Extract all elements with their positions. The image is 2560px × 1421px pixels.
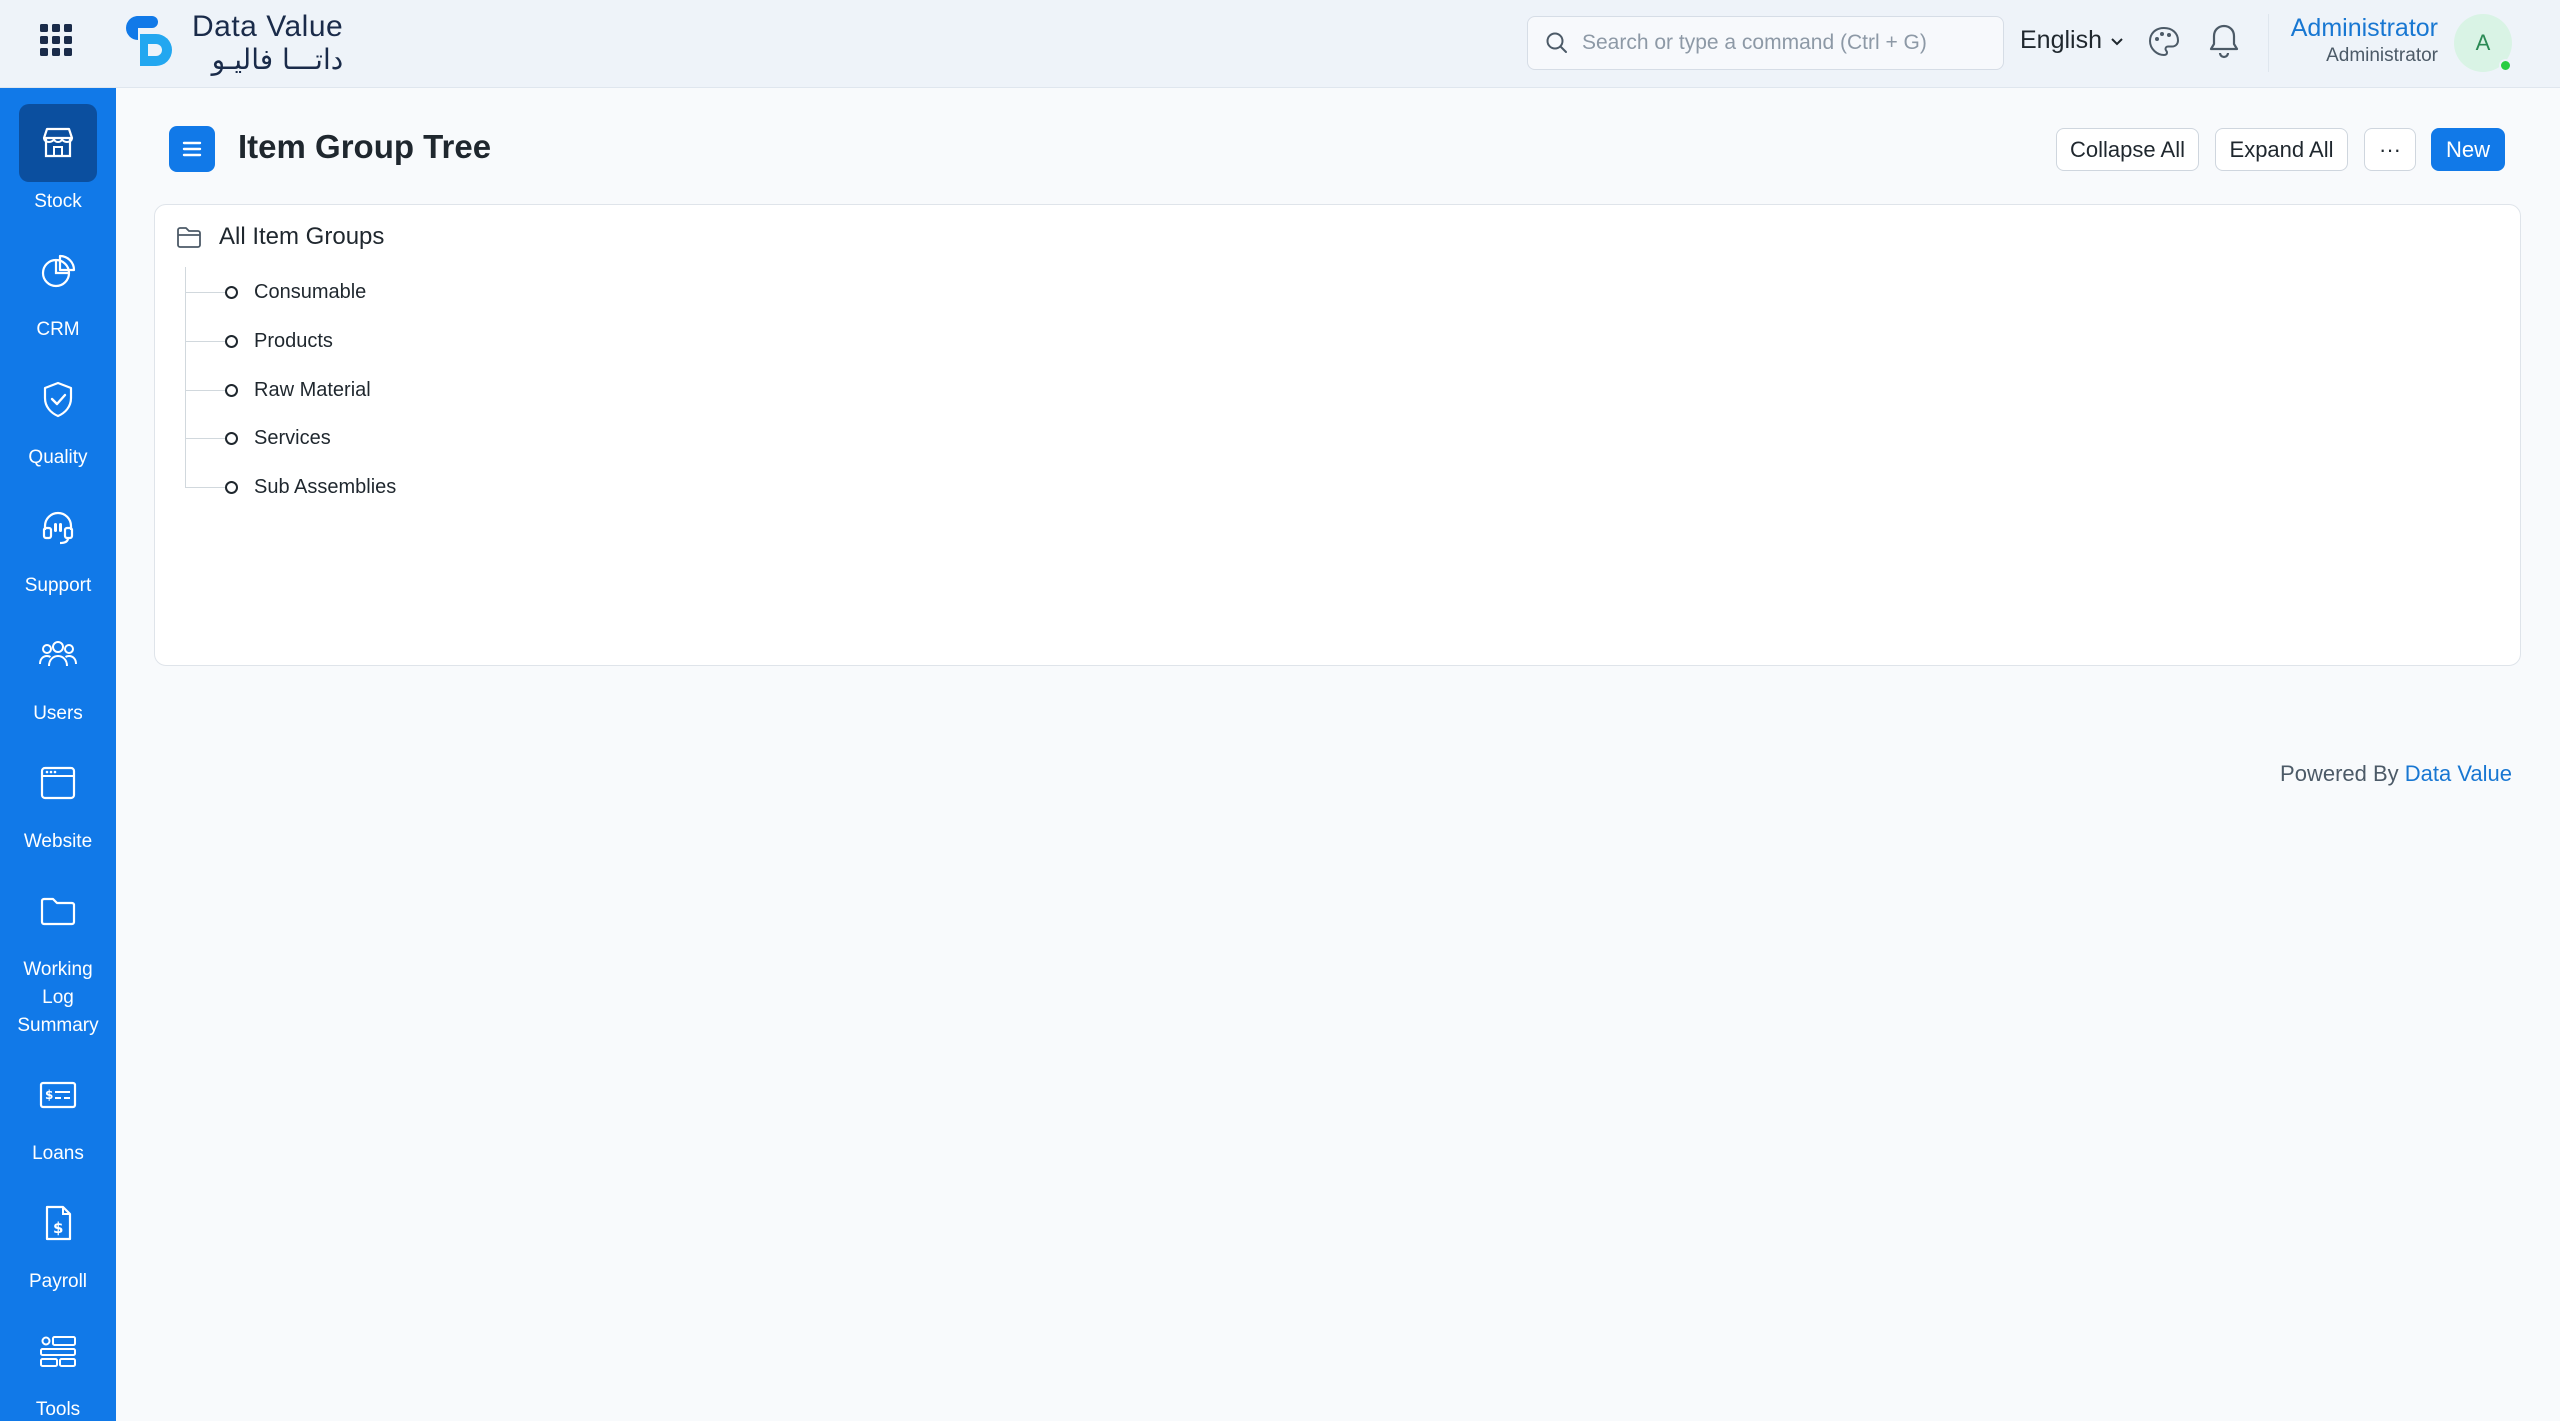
- chevron-down-icon: [2111, 37, 2123, 45]
- brand-name-en: Data Value: [192, 10, 344, 43]
- online-status-dot: [2499, 59, 2512, 72]
- headset-icon: [42, 511, 74, 545]
- svg-text:$: $: [53, 1219, 63, 1237]
- tree-root-node[interactable]: All Item Groups: [175, 223, 384, 251]
- users-icon: [39, 641, 77, 667]
- svg-text:$: $: [45, 1088, 53, 1102]
- shield-check-icon: [43, 381, 73, 418]
- search-input[interactable]: [1582, 31, 2002, 55]
- tree-branch-line: [185, 389, 225, 391]
- folder-open-icon: [177, 227, 201, 248]
- navbar-divider: [2268, 14, 2269, 72]
- tree-node-label: Sub Assemblies: [254, 475, 397, 498]
- money-card-icon: $: [39, 1081, 77, 1109]
- node-circle-icon: [225, 285, 238, 299]
- brand-name-ar: داتـــا فاليـو: [211, 43, 344, 76]
- language-label: English: [2020, 26, 2102, 54]
- expand-all-button[interactable]: Expand All: [2215, 128, 2348, 171]
- new-button[interactable]: New: [2431, 128, 2505, 171]
- user-role: Administrator: [2326, 45, 2438, 66]
- user-menu[interactable]: Administrator Administrator: [2291, 14, 2438, 67]
- sidebar-item-quality[interactable]: Quality: [0, 360, 116, 472]
- apps-grid-icon[interactable]: [38, 22, 74, 58]
- sidebar: Stock CRM Quality Support Users Website …: [0, 88, 116, 1421]
- avatar-initial: A: [2475, 30, 2491, 55]
- browser-icon: [40, 766, 76, 800]
- node-circle-icon: [225, 431, 238, 445]
- tree-node[interactable]: Services: [185, 423, 331, 453]
- tree-branch-line: [185, 291, 225, 293]
- search-icon: [1546, 32, 1567, 53]
- brand-logo[interactable]: Data Value داتـــا فاليـو: [118, 8, 343, 78]
- tree-node[interactable]: Raw Material: [185, 375, 371, 405]
- more-actions-button[interactable]: ···: [2364, 128, 2416, 171]
- sidebar-item-label: Tools: [35, 1399, 81, 1420]
- logo-mark-icon: [126, 16, 172, 66]
- sidebar-item-label: CRM: [36, 319, 80, 340]
- page-title: Item Group Tree: [238, 128, 492, 165]
- sidebar-item-support[interactable]: Support: [0, 488, 116, 600]
- sidebar-item-website[interactable]: Website: [0, 744, 116, 856]
- tree-branch-line: [185, 437, 225, 439]
- node-circle-icon: [225, 480, 238, 494]
- tree-node-label: Products: [254, 329, 333, 352]
- menu-lines-icon: [182, 141, 202, 157]
- sidebar-item-stock[interactable]: Stock: [0, 104, 116, 216]
- node-circle-icon: [225, 334, 238, 348]
- tree-node[interactable]: Products: [185, 326, 333, 356]
- sidebar-item-payroll[interactable]: $ Payroll: [0, 1184, 116, 1296]
- tree-branch-line: [185, 340, 225, 342]
- sidebar-item-label: Working Log Summary: [17, 959, 99, 1036]
- sidebar-item-label: Stock: [34, 191, 82, 212]
- tree-branch-line: [185, 486, 225, 488]
- tree-card: All Item Groups Consumable Products Raw …: [154, 204, 2521, 666]
- user-name: Administrator: [2290, 14, 2438, 42]
- sidebar-item-label: Website: [23, 831, 93, 852]
- node-circle-icon: [225, 383, 238, 397]
- sidebar-item-label: Payroll: [28, 1271, 88, 1292]
- top-navbar: Data Value داتـــا فاليـو English Admini…: [0, 0, 2560, 88]
- sidebar-item-label: Loans: [32, 1143, 84, 1164]
- payroll-document-icon: $: [45, 1205, 72, 1241]
- store-icon: [42, 127, 74, 158]
- palette-icon[interactable]: [2146, 24, 2182, 60]
- pie-chart-icon: [41, 254, 76, 288]
- sidebar-item-tools[interactable]: Tools: [0, 1312, 116, 1421]
- language-selector[interactable]: English: [2020, 26, 2126, 55]
- tree-node-label: Consumable: [254, 280, 367, 303]
- tree-node-label: Services: [254, 426, 331, 449]
- sidebar-item-users[interactable]: Users: [0, 616, 116, 728]
- sidebar-toggle-button[interactable]: [169, 126, 215, 172]
- tree-root-label: All Item Groups: [219, 223, 385, 250]
- avatar[interactable]: A: [2454, 14, 2512, 72]
- sidebar-item-label: Support: [24, 575, 92, 596]
- sidebar-item-loans[interactable]: $ Loans: [0, 1056, 116, 1168]
- tree-node[interactable]: Consumable: [185, 277, 366, 307]
- powered-by-link[interactable]: Data Value: [2405, 761, 2512, 786]
- search-bar[interactable]: [1527, 16, 2004, 70]
- tree-node-label: Raw Material: [254, 378, 371, 401]
- tools-icon: [40, 1336, 76, 1367]
- powered-by: Powered By Data Value: [2280, 761, 2512, 787]
- sidebar-item-label: Users: [33, 703, 83, 724]
- sidebar-item-label: Quality: [28, 447, 88, 468]
- notification-bell-icon[interactable]: [2206, 22, 2242, 60]
- collapse-all-button[interactable]: Collapse All: [2056, 128, 2199, 171]
- sidebar-item-crm[interactable]: CRM: [0, 232, 116, 344]
- folder-icon: [40, 897, 76, 926]
- tree-node[interactable]: Sub Assemblies: [185, 472, 396, 502]
- sidebar-item-working-log-summary[interactable]: Working Log Summary: [0, 872, 116, 1040]
- powered-by-text: Powered By: [2280, 761, 2399, 786]
